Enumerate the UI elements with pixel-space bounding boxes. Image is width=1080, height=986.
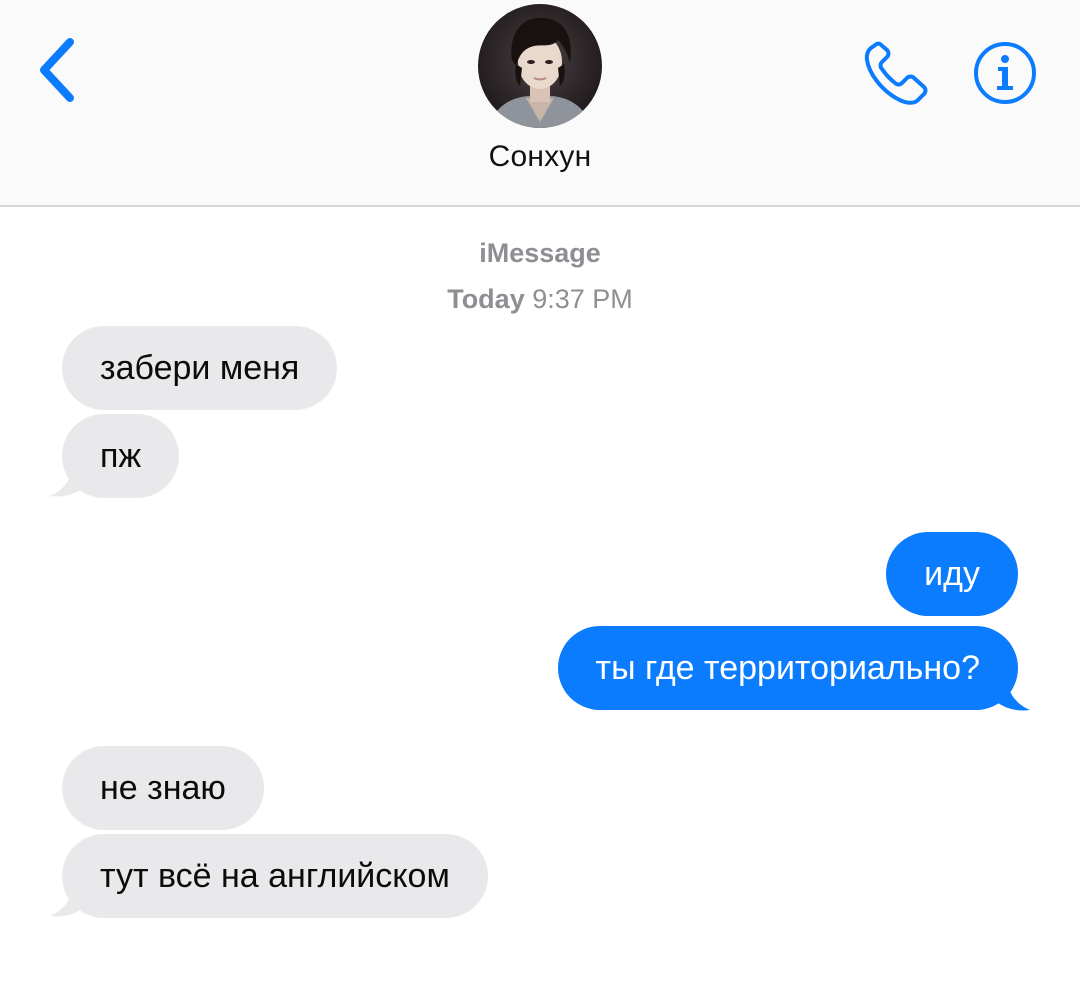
- timestamp-time: 9:37 PM: [532, 284, 633, 314]
- phone-icon: [864, 41, 928, 105]
- chevron-left-icon: [40, 38, 74, 102]
- back-button[interactable]: [30, 30, 90, 110]
- call-button[interactable]: [860, 38, 932, 110]
- outgoing-message-bubble[interactable]: иду: [886, 532, 1018, 616]
- message-timestamp: Today 9:37 PM: [0, 284, 1080, 315]
- info-icon: [974, 42, 1036, 104]
- messages-screen: Сонхун iMessage Today 9:37 PM забери мен…: [0, 0, 1080, 986]
- outgoing-message-bubble[interactable]: ты где территориально?: [557, 626, 1018, 710]
- timestamp-day: Today: [447, 284, 525, 314]
- contact-name[interactable]: Сонхун: [0, 140, 1080, 174]
- conversation-header: Сонхун: [0, 0, 1080, 207]
- incoming-message-bubble[interactable]: забери меня: [62, 326, 338, 410]
- incoming-message-bubble[interactable]: тут всё на английском: [62, 834, 488, 918]
- incoming-message-bubble[interactable]: пж: [62, 414, 180, 498]
- info-button[interactable]: [972, 40, 1038, 106]
- service-label: iMessage: [479, 238, 601, 268]
- contact-avatar[interactable]: [478, 4, 602, 128]
- incoming-message-bubble[interactable]: не знаю: [62, 746, 264, 830]
